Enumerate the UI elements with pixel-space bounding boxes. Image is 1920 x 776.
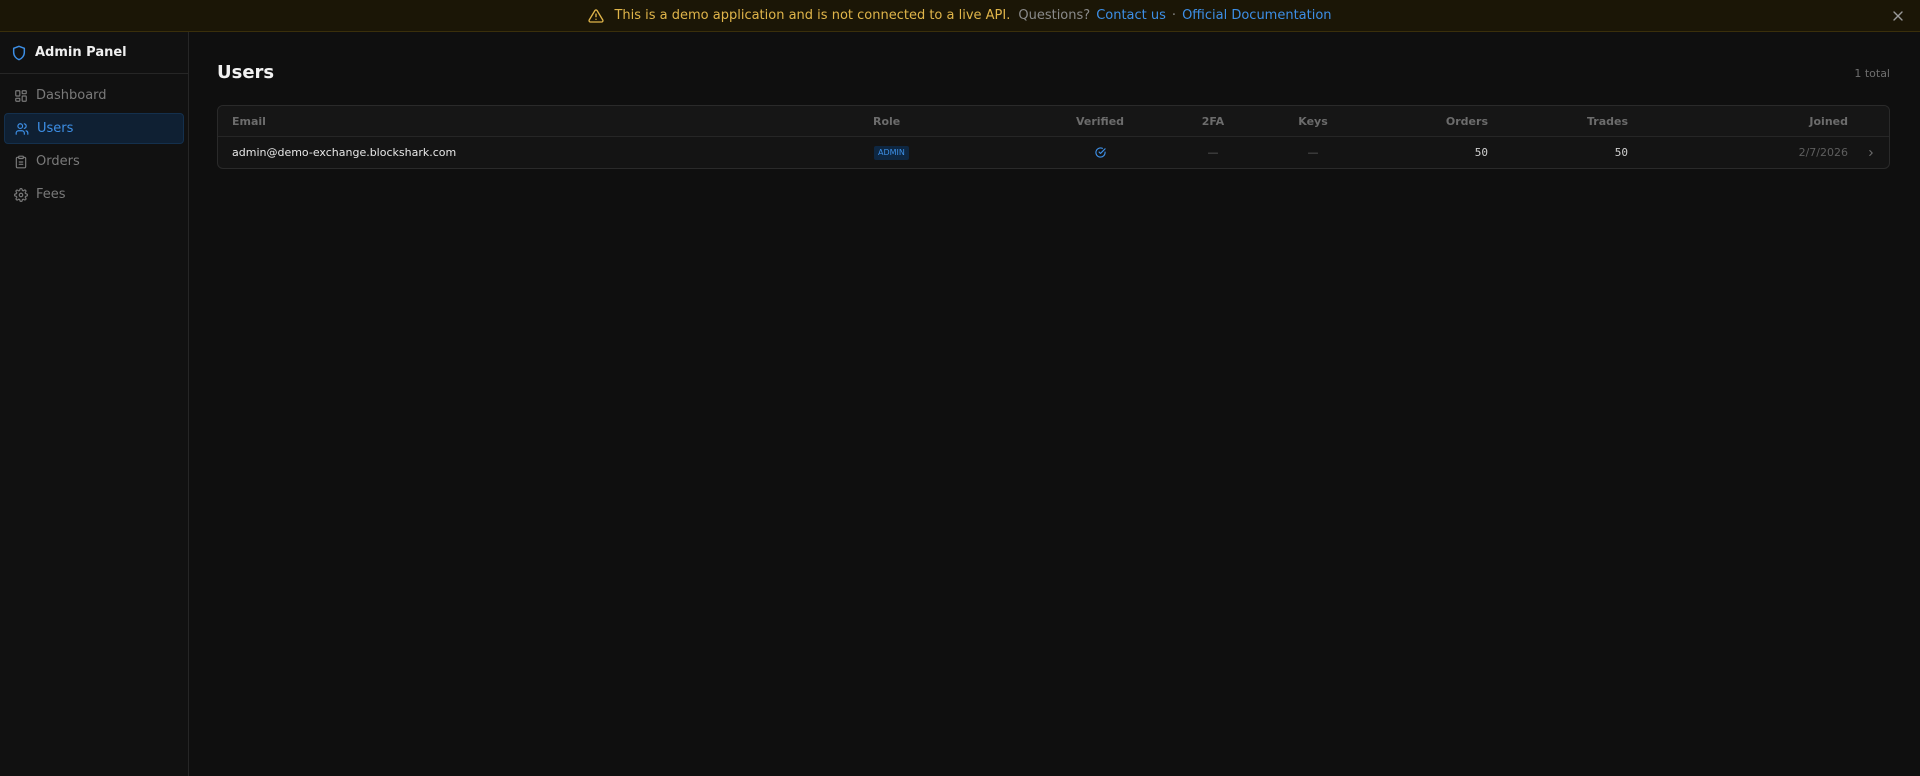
column-header-keys[interactable]: Keys (1293, 106, 1333, 137)
sidebar-item-fees[interactable]: Fees (4, 179, 184, 210)
user-email: admin@demo-exchange.blockshark.com (232, 146, 457, 159)
sidebar-nav: Dashboard Users Orders Fees (0, 74, 188, 218)
sidebar: Admin Panel Dashboard Users Orders Fees (0, 32, 189, 776)
trades-count: 50 (1614, 146, 1628, 159)
table-header: Email Role Verified 2FA Keys Orders Trad… (218, 106, 1889, 137)
table-row[interactable]: admin@demo-exchange.blockshark.com ADMIN… (218, 137, 1889, 168)
banner-content: This is a demo application and is not co… (588, 8, 1332, 24)
column-header-trades[interactable]: Trades (1548, 106, 1628, 137)
sidebar-header: Admin Panel (0, 32, 188, 74)
sidebar-item-label: Dashboard (36, 88, 107, 103)
column-header-orders[interactable]: Orders (1408, 106, 1488, 137)
two-fa-cell: — (1207, 146, 1219, 159)
close-icon (1893, 11, 1903, 21)
page-title: Users (217, 62, 275, 83)
orders-count: 50 (1474, 146, 1488, 159)
banner-separator: · (1171, 8, 1177, 23)
sidebar-item-label: Users (37, 121, 74, 136)
official-documentation-link[interactable]: Official Documentation (1182, 8, 1332, 23)
sidebar-item-orders[interactable]: Orders (4, 146, 184, 177)
sidebar-item-users[interactable]: Users (4, 113, 184, 144)
users-icon (15, 122, 29, 136)
main-content: Users 1 total Email Role Verified 2FA Ke… (190, 32, 1920, 776)
column-header-joined[interactable]: Joined (1768, 106, 1848, 137)
chevron-right-icon (1866, 148, 1876, 158)
column-header-verified[interactable]: Verified (1070, 106, 1130, 137)
banner-questions: Questions? (1018, 8, 1091, 23)
layout-grid-icon (14, 89, 28, 103)
close-banner-button[interactable] (1888, 6, 1908, 26)
users-table: Email Role Verified 2FA Keys Orders Trad… (217, 105, 1890, 169)
total-count: 1 total (1854, 67, 1890, 80)
shield-icon (11, 45, 27, 61)
sidebar-item-label: Fees (36, 187, 66, 202)
demo-banner: This is a demo application and is not co… (0, 0, 1920, 32)
verified-cell (1070, 137, 1130, 168)
contact-us-link[interactable]: Contact us (1096, 8, 1166, 23)
role-cell: ADMIN (874, 137, 909, 168)
warning-icon (588, 8, 605, 24)
sidebar-item-dashboard[interactable]: Dashboard (4, 80, 184, 111)
sidebar-item-label: Orders (36, 154, 80, 169)
joined-date: 2/7/2026 (1798, 146, 1848, 159)
banner-message: This is a demo application and is not co… (614, 8, 1011, 23)
role-badge: ADMIN (874, 146, 909, 160)
verified-check-icon (1094, 147, 1106, 158)
column-header-email[interactable]: Email (232, 106, 266, 137)
clipboard-icon (14, 155, 28, 169)
column-header-role[interactable]: Role (873, 106, 900, 137)
column-header-2fa[interactable]: 2FA (1193, 106, 1233, 137)
keys-cell: — (1307, 146, 1319, 159)
sidebar-title: Admin Panel (35, 45, 127, 60)
gear-icon (14, 187, 28, 202)
row-chevron[interactable] (1866, 137, 1878, 168)
